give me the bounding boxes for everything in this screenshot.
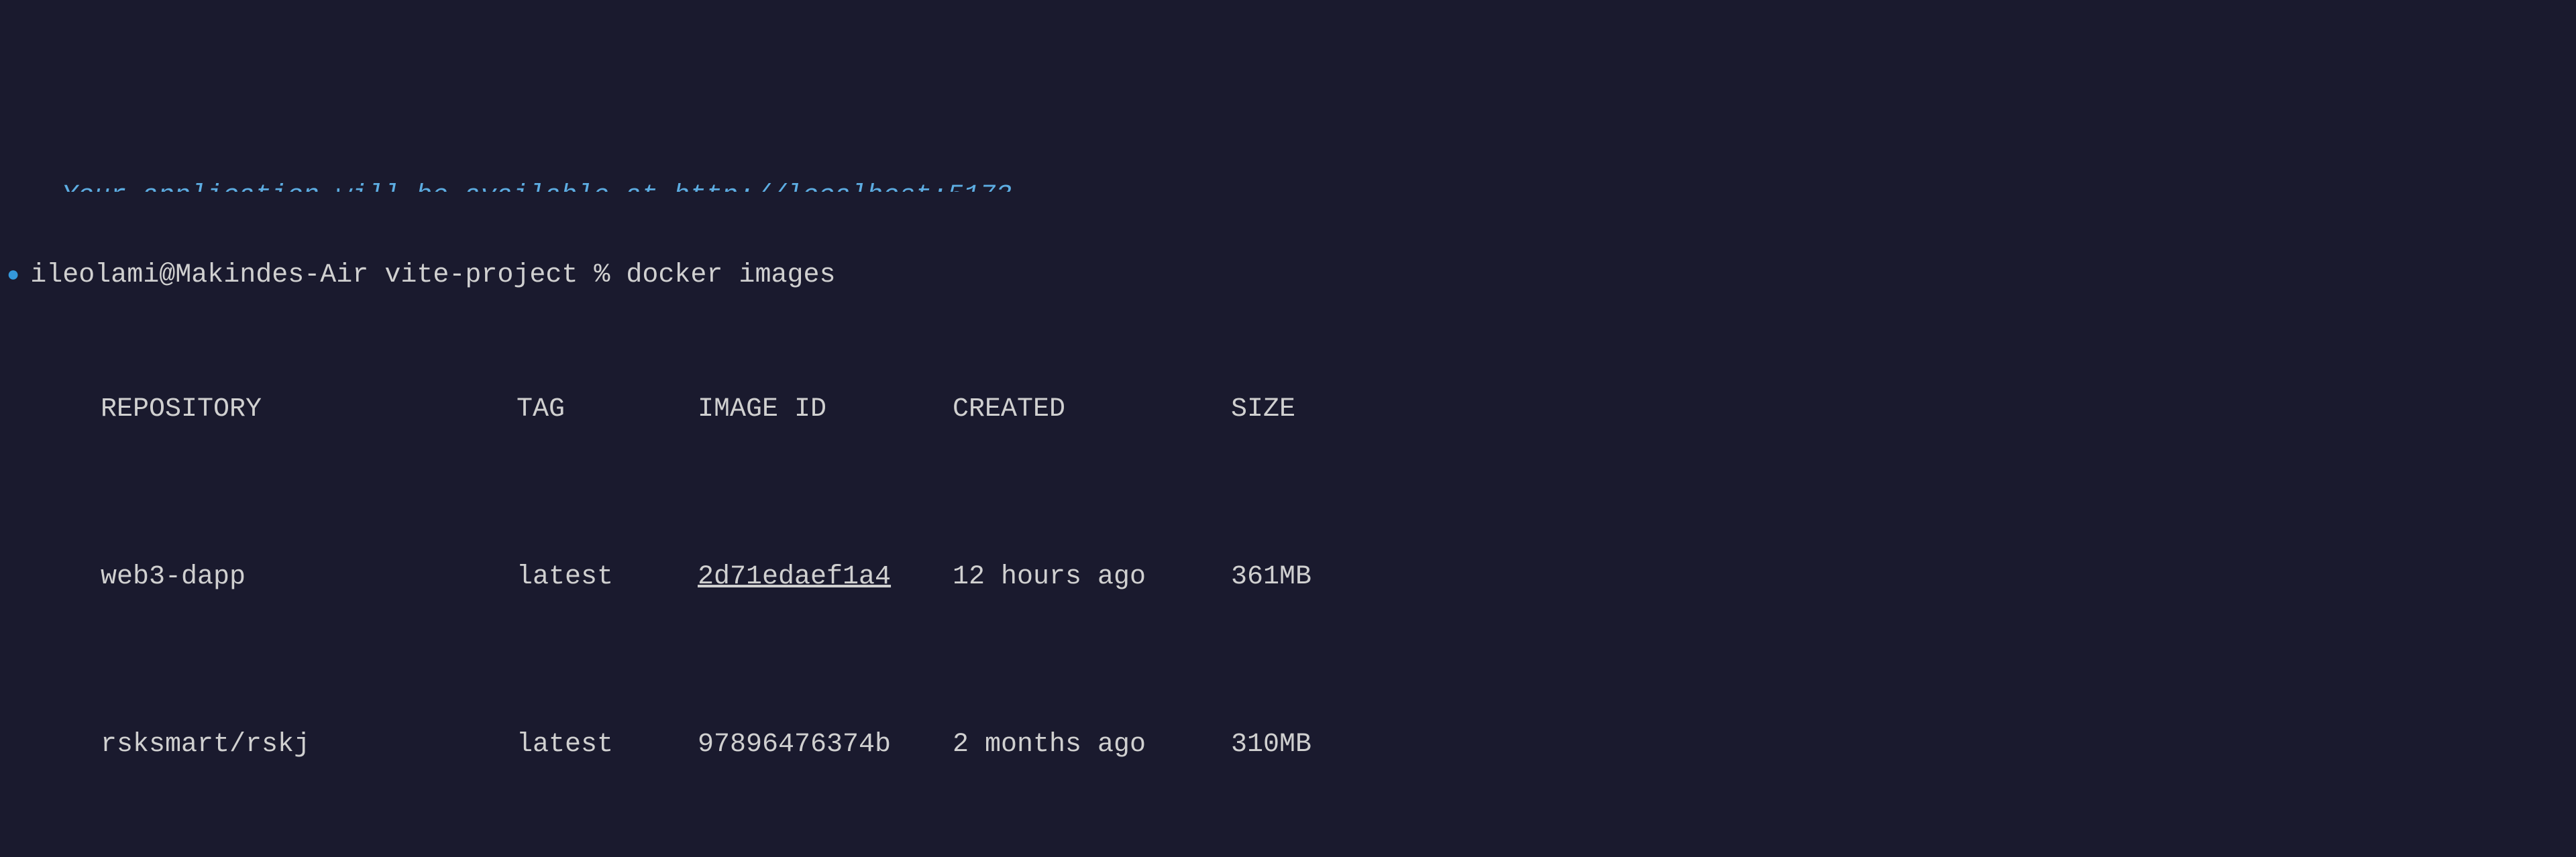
cell-image-id: 2d71edaef1a4 xyxy=(698,561,953,594)
header-repository: REPOSITORY xyxy=(101,393,517,426)
previous-output-fragment: Your application will be available at ht… xyxy=(7,180,2569,192)
table-header-row: REPOSITORYTAGIMAGE IDCREATEDSIZE xyxy=(7,359,2569,460)
prompt-cwd: vite-project xyxy=(384,259,578,292)
at-symbol: @ xyxy=(159,259,175,292)
header-size: SIZE xyxy=(1231,393,1295,426)
cell-size: 361MB xyxy=(1231,561,1311,594)
prompt-user: ileolami xyxy=(30,259,159,292)
cell-size: 310MB xyxy=(1231,728,1311,762)
header-tag: TAG xyxy=(517,393,698,426)
prompt-bullet-icon: ● xyxy=(7,262,19,289)
cell-tag: latest xyxy=(517,561,698,594)
prompt-line: ● ileolami@Makindes-Air vite-project % d… xyxy=(7,259,2569,292)
prompt-host: Makindes-Air xyxy=(175,259,368,292)
prompt-symbol: % xyxy=(594,259,610,292)
cell-repository: web3-dapp xyxy=(101,561,517,594)
cell-created: 12 hours ago xyxy=(953,561,1231,594)
header-image-id: IMAGE ID xyxy=(698,393,953,426)
table-row: rsksmart/rskjlatest97896476374b2 months … xyxy=(7,695,2569,795)
cell-created: 2 months ago xyxy=(953,728,1231,762)
cell-image-id: 97896476374b xyxy=(698,728,953,762)
command-text: docker images xyxy=(626,259,835,292)
table-row: web3-dapplatest2d71edaef1a412 hours ago3… xyxy=(7,527,2569,628)
terminal-window[interactable]: Your application will be available at ht… xyxy=(0,134,2576,857)
cell-repository: rsksmart/rskj xyxy=(101,728,517,762)
header-created: CREATED xyxy=(953,393,1231,426)
cell-tag: latest xyxy=(517,728,698,762)
